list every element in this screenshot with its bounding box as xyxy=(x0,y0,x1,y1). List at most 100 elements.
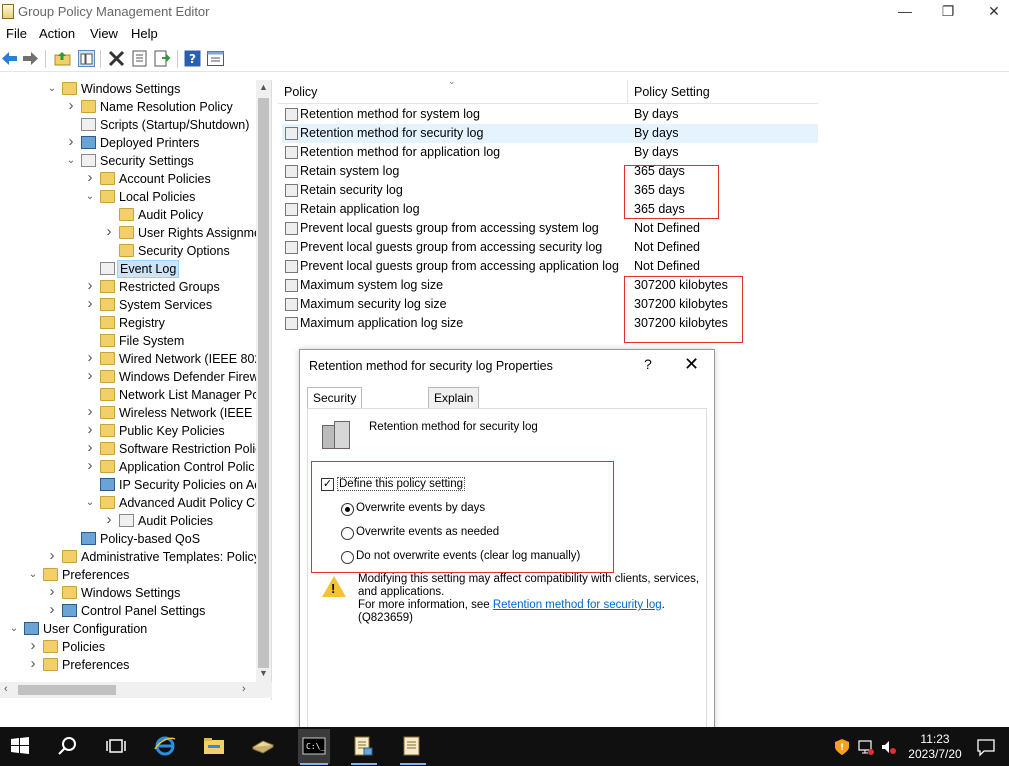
show-action-pane-icon[interactable] xyxy=(207,50,224,67)
scroll-up-arrow-icon[interactable]: ▲ xyxy=(259,82,268,92)
collapsed-chevron-icon[interactable]: › xyxy=(84,296,96,314)
policy-row[interactable]: Prevent local guests group from accessin… xyxy=(282,219,818,238)
collapsed-chevron-icon[interactable]: › xyxy=(103,224,115,242)
expanded-chevron-icon[interactable]: ⌄ xyxy=(65,152,77,170)
gpmc-icon[interactable] xyxy=(351,735,375,757)
gpme-icon[interactable] xyxy=(400,735,424,757)
collapsed-chevron-icon[interactable]: › xyxy=(84,422,96,440)
security-shield-icon[interactable]: ! xyxy=(834,738,850,756)
expanded-chevron-icon[interactable]: ⌄ xyxy=(84,494,96,512)
tree-vertical-scrollbar[interactable]: ▲ ▼ xyxy=(256,80,271,682)
tree-item-label: Network List Manager Po xyxy=(119,388,260,402)
volume-muted-icon[interactable] xyxy=(880,738,898,756)
forward-arrow-icon[interactable] xyxy=(22,50,39,67)
policy-item-icon xyxy=(285,108,298,121)
policy-item-icon xyxy=(285,260,298,273)
tab-explain[interactable]: Explain xyxy=(428,387,480,409)
collapsed-chevron-icon[interactable]: › xyxy=(84,350,96,368)
policy-row[interactable]: Retention method for security log By days xyxy=(282,124,818,143)
network-icon[interactable] xyxy=(858,738,874,756)
tree-item-label: Scripts (Startup/Shutdown) xyxy=(100,118,250,132)
collapsed-chevron-icon[interactable]: › xyxy=(46,548,58,566)
active-task-indicator xyxy=(300,763,328,765)
delete-icon[interactable] xyxy=(108,50,125,67)
policy-row[interactable]: Prevent local guests group from accessin… xyxy=(282,257,818,276)
policy-row[interactable]: Retain security log 365 days xyxy=(282,181,818,200)
tree-item-label: Preferences xyxy=(62,658,130,672)
expanded-chevron-icon[interactable]: ⌄ xyxy=(8,620,20,638)
policy-row[interactable]: Prevent local guests group from accessin… xyxy=(282,238,818,257)
column-divider[interactable] xyxy=(627,80,628,104)
up-folder-icon[interactable] xyxy=(54,50,71,67)
collapsed-chevron-icon[interactable]: › xyxy=(84,170,96,188)
policy-row[interactable]: Retain system log 365 days xyxy=(282,162,818,181)
collapsed-chevron-icon[interactable]: › xyxy=(46,602,58,620)
policy-row[interactable]: Retention method for application log By d… xyxy=(282,143,818,162)
collapsed-chevron-icon[interactable]: › xyxy=(84,404,96,422)
tree-item-label: Application Control Polic xyxy=(119,460,255,474)
collapsed-chevron-icon[interactable]: › xyxy=(84,458,96,476)
tree-item-label: Policy-based QoS xyxy=(100,532,201,546)
expanded-chevron-icon[interactable]: ⌄ xyxy=(84,188,96,206)
expanded-chevron-icon[interactable]: ⌄ xyxy=(27,566,39,584)
collapsed-chevron-icon[interactable]: › xyxy=(84,278,96,296)
folder-icon xyxy=(100,496,115,509)
dialog-help-button[interactable]: ? xyxy=(644,356,652,372)
collapsed-chevron-icon[interactable]: › xyxy=(27,638,39,656)
tree-scroll-thumb[interactable] xyxy=(258,98,269,668)
collapsed-chevron-icon[interactable]: › xyxy=(27,656,39,674)
policy-row[interactable]: Retention method for system log By days xyxy=(282,105,818,124)
svg-text:C:\_: C:\_ xyxy=(306,742,325,751)
search-icon[interactable] xyxy=(56,735,80,757)
export-list-icon[interactable] xyxy=(154,50,171,67)
file-explorer-icon[interactable] xyxy=(202,735,226,757)
collapsed-chevron-icon[interactable]: › xyxy=(84,440,96,458)
user-config-icon xyxy=(24,622,39,635)
policy-item-icon xyxy=(285,184,298,197)
back-arrow-icon[interactable] xyxy=(1,50,18,67)
collapsed-chevron-icon[interactable]: › xyxy=(46,584,58,602)
windows-start-icon[interactable] xyxy=(8,735,32,757)
tree-hscroll-thumb[interactable] xyxy=(18,685,116,695)
collapsed-chevron-icon[interactable]: › xyxy=(84,368,96,386)
column-header-policy-setting[interactable]: Policy Setting xyxy=(634,85,710,99)
collapsed-chevron-icon[interactable]: › xyxy=(65,134,77,152)
dialog-close-button[interactable]: ✕ xyxy=(684,354,699,375)
folder-icon xyxy=(119,208,134,221)
tab-security-policy-setting[interactable]: Security Policy Setting xyxy=(307,387,363,445)
server-manager-icon[interactable] xyxy=(251,735,275,757)
command-prompt-icon[interactable]: C:\_ xyxy=(302,735,326,757)
task-view-icon[interactable] xyxy=(104,735,128,757)
expanded-chevron-icon[interactable]: ⌄ xyxy=(46,80,58,98)
tree-item-label: Security Options xyxy=(138,244,230,258)
menu-help[interactable]: Help xyxy=(131,26,158,41)
tree-item-label: Control Panel Settings xyxy=(81,604,206,618)
policy-row[interactable]: Retain application log 365 days xyxy=(282,200,818,219)
show-hide-tree-icon[interactable] xyxy=(78,50,95,67)
notification-center-icon[interactable] xyxy=(976,737,996,757)
column-header-policy[interactable]: Policy xyxy=(284,85,317,99)
scroll-right-arrow-icon[interactable]: › xyxy=(242,683,246,695)
maximize-button[interactable]: ❐ xyxy=(925,0,971,24)
warning-period: . xyxy=(661,599,665,611)
menu-view[interactable]: View xyxy=(90,26,118,41)
more-info-link[interactable]: Retention method for security log xyxy=(493,599,662,611)
collapsed-chevron-icon[interactable]: › xyxy=(103,512,115,530)
properties-icon[interactable] xyxy=(131,50,148,67)
menu-file[interactable]: File xyxy=(6,26,27,41)
tree-item-label: Audit Policy xyxy=(138,208,204,222)
scroll-left-arrow-icon[interactable]: ‹ xyxy=(4,683,8,695)
collapsed-chevron-icon[interactable]: › xyxy=(65,98,77,116)
close-button[interactable]: ✕ xyxy=(971,0,1009,24)
folder-icon xyxy=(62,82,77,95)
svg-text:!: ! xyxy=(840,743,844,753)
system-clock[interactable]: 11:23 2023/7/20 xyxy=(906,732,964,762)
scroll-down-arrow-icon[interactable]: ▼ xyxy=(259,668,268,678)
minimize-button[interactable]: — xyxy=(882,0,928,24)
help-icon[interactable]: ? xyxy=(184,50,201,67)
tree-horizontal-scrollbar[interactable]: ‹ › xyxy=(0,682,272,698)
menu-action[interactable]: Action xyxy=(39,26,75,41)
internet-explorer-icon[interactable] xyxy=(153,735,177,757)
